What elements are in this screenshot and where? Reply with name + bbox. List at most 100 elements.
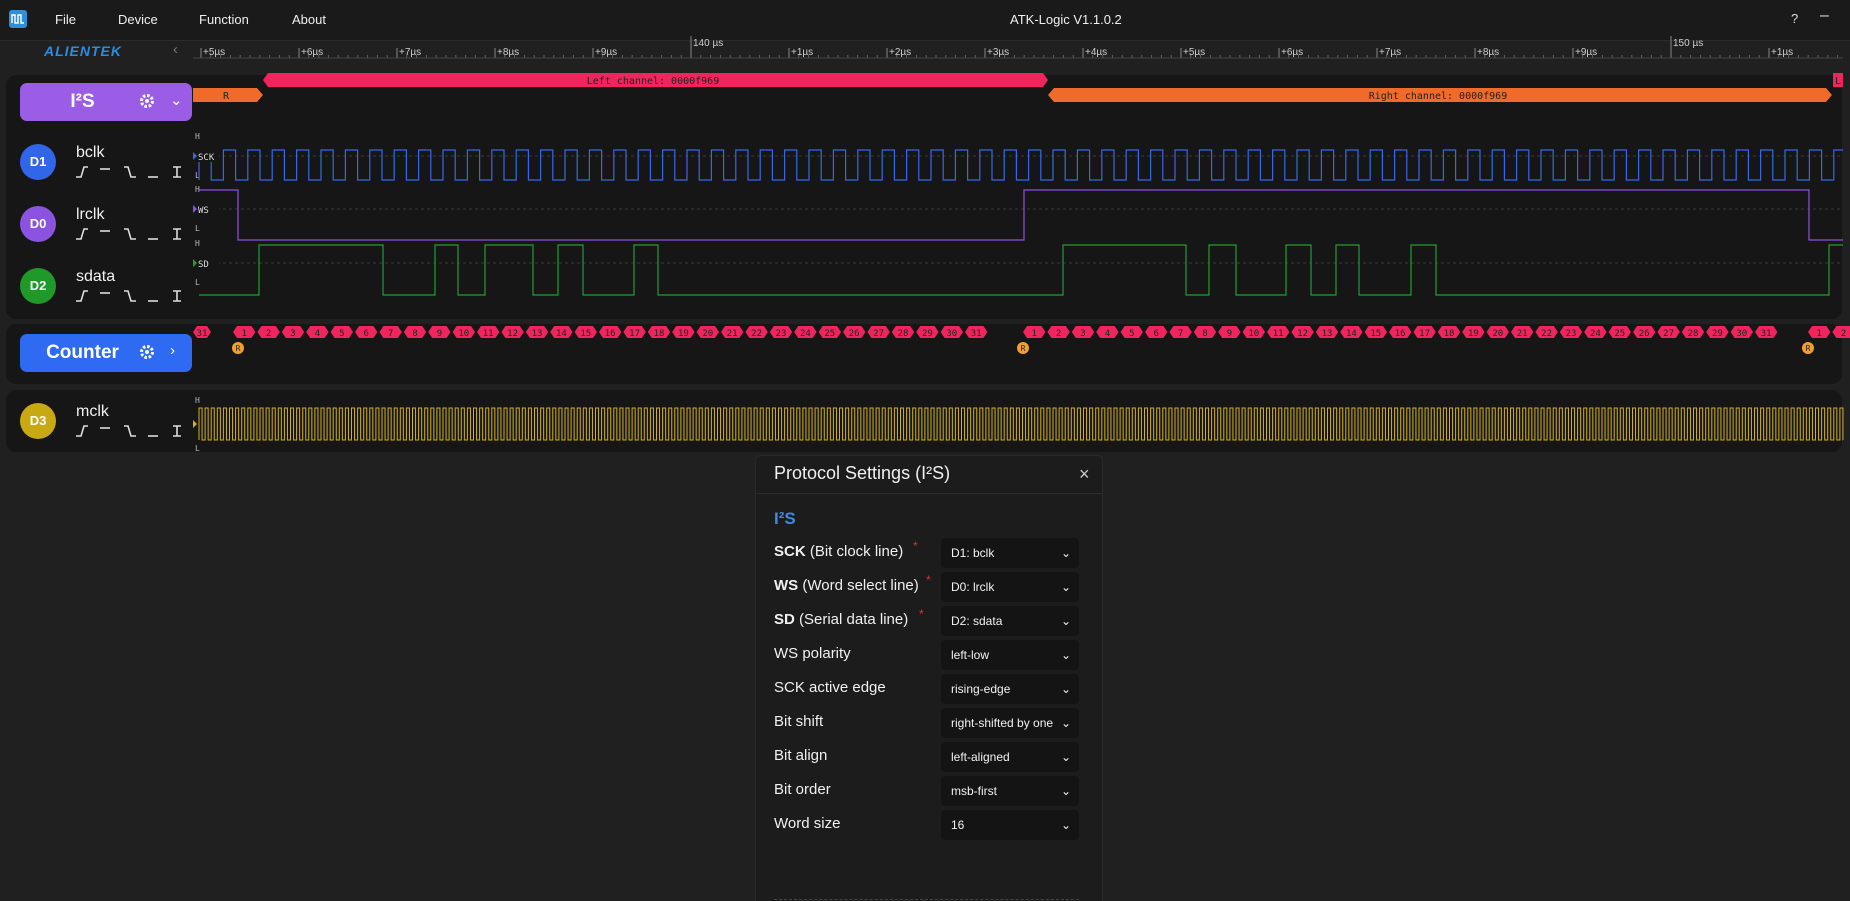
i2s-protocol-button[interactable]: I²S ⌄ <box>20 83 192 121</box>
signal-label: WS <box>198 206 209 216</box>
word-size-select[interactable]: 16 ⌄ <box>941 810 1079 840</box>
channel-badge-d1[interactable]: D1 <box>20 144 56 180</box>
sck-line-select[interactable]: D1: bclk ⌄ <box>941 538 1079 568</box>
high-level-icon[interactable] <box>100 289 114 303</box>
counter-decode-area[interactable]: 31 1 2 3 4 5 6 7 8 9 10 11 12 13 14 15 16 17 18 19 20 21 22 23 2… <box>193 322 1850 362</box>
setting-label-ws: WS (Word select line) <box>774 577 919 594</box>
any-edge-icon[interactable] <box>172 289 186 303</box>
channel-marker-icon <box>193 152 197 160</box>
mclk-waveform-area[interactable]: HL <box>193 396 1844 453</box>
rising-edge-icon[interactable] <box>76 165 90 179</box>
rising-edge-icon[interactable] <box>76 289 90 303</box>
gear-icon[interactable] <box>138 343 156 366</box>
channel-badge-d2[interactable]: D2 <box>20 268 56 304</box>
counter-cell-label: 18 <box>1444 329 1455 339</box>
channel-badge-d3[interactable]: D3 <box>20 403 56 439</box>
setting-label-bit-order: Bit order <box>774 781 831 798</box>
ruler-label: +7µs <box>1379 47 1401 58</box>
counter-cell-label: 17 <box>629 329 640 339</box>
chevron-down-icon: ⌄ <box>1061 580 1072 594</box>
gear-icon[interactable] <box>138 92 156 115</box>
counter-cell-label: 25 <box>824 329 835 339</box>
dialog-divider <box>756 493 1102 494</box>
menu-file[interactable]: File <box>55 12 76 27</box>
counter-cell-label: 5 <box>339 329 344 339</box>
help-button[interactable]: ? <box>1791 11 1798 26</box>
ws-polarity-select[interactable]: left-low ⌄ <box>941 640 1079 670</box>
counter-cell-label: 4 <box>1105 329 1110 339</box>
any-edge-icon[interactable] <box>172 227 186 241</box>
counter-cell-label: 12 <box>1297 329 1308 339</box>
low-level-icon[interactable] <box>148 424 162 438</box>
minimize-button[interactable]: – <box>1820 7 1829 25</box>
low-level-icon[interactable] <box>148 227 162 241</box>
low-level-label: L <box>195 224 200 233</box>
falling-edge-icon[interactable] <box>124 424 138 438</box>
ruler-label: +5µs <box>1183 47 1205 58</box>
chevron-down-icon: ⌄ <box>1061 648 1072 662</box>
bit-shift-select[interactable]: right-shifted by one ⌄ <box>941 708 1079 738</box>
chevron-down-icon: ⌄ <box>1061 614 1072 628</box>
required-marker: * <box>913 539 918 553</box>
channel-marker-icon <box>193 259 197 267</box>
channel-name-sdata[interactable]: sdata <box>76 268 115 286</box>
low-level-icon[interactable] <box>148 165 162 179</box>
bclk-waveform <box>198 149 1843 181</box>
bit-order-select[interactable]: msb-first ⌄ <box>941 776 1079 806</box>
counter-cell-label: 28 <box>1688 329 1699 339</box>
channel-marker-icon <box>193 205 197 213</box>
bit-align-select[interactable]: left-aligned ⌄ <box>941 742 1079 772</box>
high-level-icon[interactable] <box>100 227 114 241</box>
r-marker-label: R <box>236 344 241 353</box>
r-marker-label: R <box>1806 344 1811 353</box>
setting-label-sd: SD (Serial data line) <box>774 611 909 628</box>
right-channel-label: Right channel: 0000f969 <box>1369 91 1507 102</box>
high-level-label: H <box>195 396 200 405</box>
any-edge-icon[interactable] <box>172 424 186 438</box>
i2s-waveform-area[interactable]: Left channel: 0000f969 L R Right channel: 0… <box>193 70 1843 320</box>
menu-about[interactable]: About <box>292 12 326 27</box>
menu-function[interactable]: Function <box>199 12 249 27</box>
ruler-label: +9µs <box>595 47 617 58</box>
chevron-right-icon[interactable]: › <box>170 342 175 359</box>
collapse-sidebar-icon[interactable]: ‹ <box>173 41 178 58</box>
menu-device[interactable]: Device <box>118 12 158 27</box>
counter-cell-label: 10 <box>1248 329 1259 339</box>
counter-cell-label: 23 <box>1566 329 1577 339</box>
rising-edge-icon[interactable] <box>76 227 90 241</box>
counter-cell-label: 5 <box>1129 329 1134 339</box>
channel-name-mclk[interactable]: mclk <box>76 403 109 421</box>
counter-cell-label: 19 <box>678 329 689 339</box>
ruler-label: +7µs <box>399 47 421 58</box>
sd-line-select[interactable]: D2: sdata ⌄ <box>941 606 1079 636</box>
app-logo-icon <box>9 10 27 28</box>
falling-edge-icon[interactable] <box>124 165 138 179</box>
counter-cell-label: 30 <box>1736 329 1747 339</box>
counter-cell-label: 6 <box>363 329 368 339</box>
any-edge-icon[interactable] <box>172 165 186 179</box>
counter-protocol-button[interactable]: Counter › <box>20 334 192 372</box>
setting-label-bit-shift: Bit shift <box>774 713 824 730</box>
counter-cell-label: 16 <box>1395 329 1406 339</box>
counter-cell-label: 2 <box>266 329 271 339</box>
channel-name-lrclk[interactable]: lrclk <box>76 206 104 224</box>
channel-badge-d0[interactable]: D0 <box>20 206 56 242</box>
falling-edge-icon[interactable] <box>124 289 138 303</box>
counter-cell-label: 15 <box>1370 329 1381 339</box>
close-icon[interactable]: × <box>1079 464 1090 485</box>
falling-edge-icon[interactable] <box>124 227 138 241</box>
high-level-icon[interactable] <box>100 424 114 438</box>
low-level-icon[interactable] <box>148 289 162 303</box>
high-level-icon[interactable] <box>100 165 114 179</box>
time-ruler[interactable]: +5µs +6µs +7µs +8µs +9µs 140 µs +1µs +2µs +3µs +4… <box>193 36 1843 66</box>
ws-line-select[interactable]: D0: lrclk ⌄ <box>941 572 1079 602</box>
sck-edge-select[interactable]: rising-edge ⌄ <box>941 674 1079 704</box>
counter-cell-label: 29 <box>1712 329 1723 339</box>
chevron-down-icon[interactable]: ⌄ <box>170 91 183 109</box>
rising-edge-icon[interactable] <box>76 424 90 438</box>
ruler-label: 150 µs <box>1673 38 1703 49</box>
required-marker: * <box>926 573 931 587</box>
channel-name-bclk[interactable]: bclk <box>76 144 104 162</box>
counter-label: Counter <box>46 342 119 363</box>
counter-cell-label: 30 <box>946 329 957 339</box>
